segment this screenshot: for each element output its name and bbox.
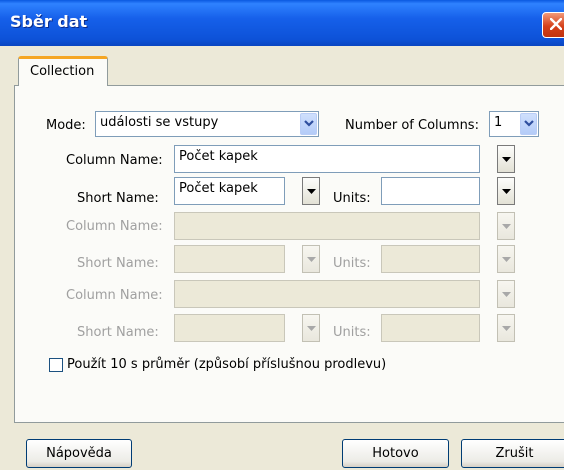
units-input[interactable] [381,177,480,205]
mode-value: události se vstupy [100,115,219,130]
column-name-label: Column Name: [66,153,163,168]
average-checkbox[interactable] [49,358,63,372]
column-name-label: Column Name: [66,288,163,303]
short-name-dropdown-button[interactable] [302,314,320,342]
close-icon [550,18,562,30]
short-name-dropdown-button[interactable] [302,177,320,205]
tab-label: Collection [30,64,95,79]
done-button[interactable]: Hotovo [342,439,449,468]
short-name-label: Short Name: [77,191,159,206]
short-name-dropdown-button[interactable] [302,245,320,273]
mode-dropdown-button[interactable] [300,113,317,135]
short-name-input[interactable] [174,245,285,273]
short-name-input[interactable] [174,314,285,342]
columns-count-dropdown-button[interactable] [520,113,537,135]
chevron-down-icon [524,120,534,127]
mode-label: Mode: [46,118,86,133]
units-dropdown-button[interactable] [497,245,515,273]
chevron-down-icon [502,326,511,331]
mode-select[interactable]: události se vstupy [95,111,319,137]
columns-count-label: Number of Columns: [345,118,479,133]
chevron-down-icon [307,257,316,262]
column-name-dropdown-button[interactable] [497,212,515,240]
columns-count-value: 1 [494,115,503,130]
column-name-dropdown-button[interactable] [497,145,515,173]
units-input[interactable] [381,245,480,273]
average-checkbox-label[interactable]: Použít 10 s průměr (způsobí příslušnou p… [67,357,386,372]
tab-collection[interactable]: Collection [18,56,108,86]
chevron-down-icon [304,120,314,127]
column-name-label: Column Name: [66,219,163,234]
chevron-down-icon [502,292,511,297]
chevron-down-icon [502,224,511,229]
chevron-down-icon [502,189,511,194]
help-button[interactable]: Nápověda [26,439,132,468]
cancel-button[interactable]: Zrušit [461,439,564,468]
units-input[interactable] [381,314,480,342]
columns-count-select[interactable]: 1 [489,111,539,137]
column-name-dropdown-button[interactable] [497,280,515,308]
chevron-down-icon [307,189,316,194]
column-name-input[interactable]: Počet kapek [174,145,480,173]
units-label: Units: [333,256,371,271]
units-dropdown-button[interactable] [497,177,515,205]
short-name-label: Short Name: [77,256,159,271]
short-name-input[interactable]: Počet kapek [174,177,285,205]
short-name-label: Short Name: [77,325,159,340]
column-name-input[interactable] [174,280,480,308]
units-label: Units: [333,191,371,206]
title-bar: Sběr dat [0,0,564,46]
window-title: Sběr dat [10,12,88,31]
units-dropdown-button[interactable] [497,314,515,342]
column-name-input[interactable] [174,212,480,240]
chevron-down-icon [502,257,511,262]
units-label: Units: [333,325,371,340]
chevron-down-icon [502,157,511,162]
close-button[interactable] [542,12,564,38]
chevron-down-icon [307,326,316,331]
